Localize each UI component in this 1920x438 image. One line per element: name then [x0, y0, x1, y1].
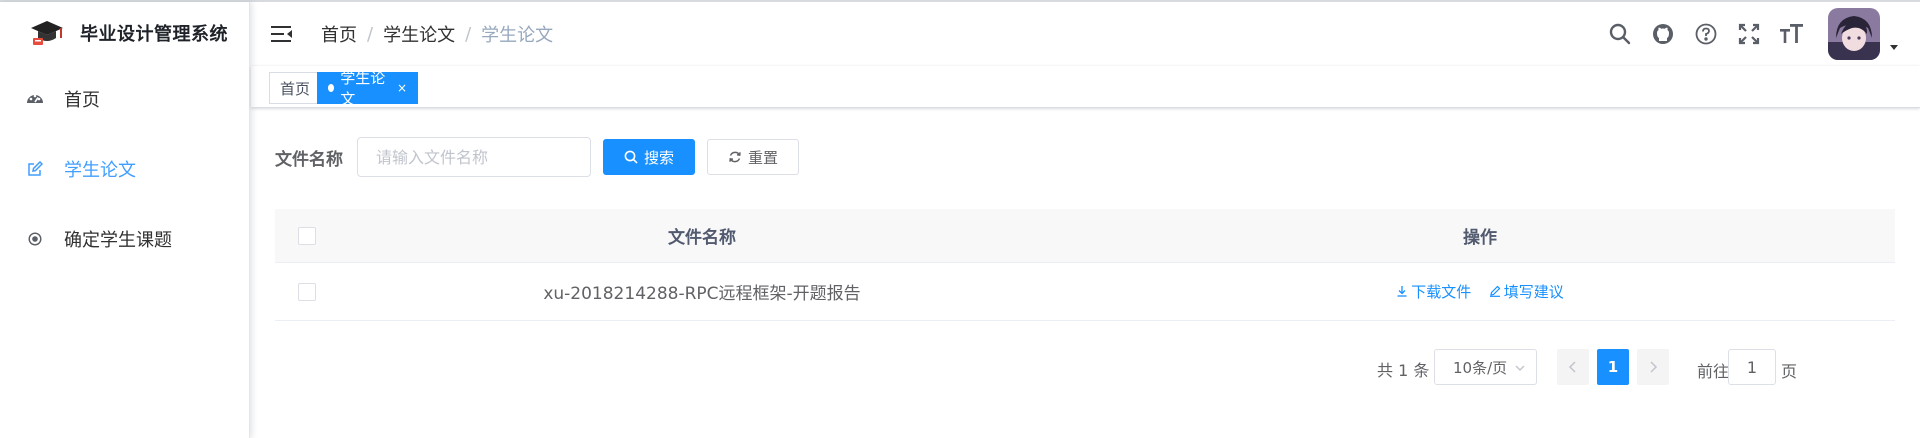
- sidebar-item-label: 首页: [64, 90, 100, 111]
- download-icon: [1397, 286, 1407, 297]
- search-label: 文件名称: [275, 149, 343, 170]
- write-suggestion-link[interactable]: 填写建议: [1489, 281, 1564, 302]
- sidebar-item-thesis[interactable]: 学生论文: [0, 134, 249, 204]
- header-actions: [1607, 2, 1920, 66]
- hamburger-icon[interactable]: [271, 24, 293, 44]
- graduation-cap-icon: [31, 21, 63, 45]
- breadcrumb-separator: /: [367, 23, 374, 45]
- table-row: xu-2018214288-RPC远程框架-开题报告 下载文件 填写建议: [275, 263, 1895, 321]
- search-icon[interactable]: [1607, 21, 1633, 47]
- column-header-actions: 操作: [1463, 228, 1497, 248]
- refresh-icon: [729, 151, 741, 163]
- tag-home[interactable]: 首页: [269, 72, 322, 104]
- next-page-button[interactable]: [1637, 349, 1669, 385]
- edit-icon: [26, 160, 44, 178]
- main-content: 文件名称 搜索 重置 文件名称 操作: [251, 109, 1920, 438]
- pagination: 共 1 条 10条/页 1 前往 页: [251, 349, 1895, 389]
- tag-label: 首页: [280, 79, 311, 98]
- chevron-right-icon: [1650, 361, 1658, 373]
- active-dot-icon: [328, 84, 335, 92]
- page-jump-input[interactable]: [1728, 349, 1776, 385]
- breadcrumb-separator: /: [465, 23, 472, 45]
- breadcrumb-current: 学生论文: [481, 25, 554, 46]
- page-size-value: 10条/页: [1453, 358, 1508, 377]
- close-icon[interactable]: ×: [397, 81, 407, 95]
- download-file-link[interactable]: 下载文件: [1396, 281, 1471, 302]
- search-form: 文件名称 搜索 重置: [275, 137, 799, 177]
- help-icon[interactable]: [1693, 21, 1719, 47]
- prev-page-button[interactable]: [1557, 349, 1589, 385]
- reset-button-label: 重置: [747, 148, 778, 167]
- caret-down-icon[interactable]: [1888, 41, 1900, 53]
- select-all-checkbox[interactable]: [298, 226, 316, 245]
- jump-suffix: 页: [1781, 362, 1798, 381]
- tag-thesis[interactable]: 学生论文 ×: [317, 69, 418, 108]
- sidebar-item-label: 学生论文: [64, 160, 136, 181]
- search-button-label: 搜索: [643, 148, 674, 167]
- dashboard-icon: [26, 90, 44, 108]
- sidebar-item-home[interactable]: 首页: [0, 64, 249, 134]
- reset-button[interactable]: 重置: [707, 139, 799, 175]
- table-header: 文件名称 操作: [275, 209, 1895, 263]
- github-icon[interactable]: [1650, 21, 1676, 47]
- tags-view: 首页 学生论文 ×: [251, 66, 1920, 108]
- download-file-label: 下载文件: [1411, 282, 1472, 301]
- sidebar: 毕业设计管理系统 首页 学生论文 确定学生课题: [0, 2, 250, 438]
- sidebar-item-confirm-topic[interactable]: 确定学生课题: [0, 204, 249, 274]
- search-input[interactable]: [357, 137, 591, 177]
- chevron-left-icon: [1568, 361, 1576, 373]
- app-title: 毕业设计管理系统: [80, 24, 228, 45]
- sidebar-item-label: 确定学生课题: [64, 230, 172, 251]
- column-header-filename: 文件名称: [668, 228, 736, 248]
- jump-prefix: 前往: [1697, 362, 1730, 381]
- breadcrumb-home[interactable]: 首页: [321, 21, 357, 47]
- tag-label: 学生论文: [340, 69, 386, 108]
- radio-icon: [26, 230, 44, 248]
- pagination-total: 共 1 条: [1377, 361, 1430, 380]
- edit-icon: [1489, 285, 1501, 298]
- row-checkbox[interactable]: [298, 282, 316, 301]
- font-size-icon[interactable]: [1779, 21, 1805, 47]
- breadcrumb-thesis[interactable]: 学生论文: [383, 21, 455, 47]
- page-number-button[interactable]: 1: [1597, 349, 1629, 385]
- row-actions: 下载文件 填写建议: [1065, 281, 1895, 303]
- breadcrumb: 首页 / 学生论文 / 学生论文: [321, 21, 553, 47]
- app-root: 毕业设计管理系统 首页 学生论文 确定学生课题 首页 / 学生论文 / 学生论文…: [0, 0, 1920, 438]
- search-icon: [624, 150, 638, 164]
- search-button[interactable]: 搜索: [603, 139, 695, 175]
- row-filename: xu-2018214288-RPC远程框架-开题报告: [543, 284, 861, 304]
- fullscreen-icon[interactable]: [1736, 21, 1762, 47]
- thesis-table: 文件名称 操作 xu-2018214288-RPC远程框架-开题报告 下载文件: [275, 209, 1895, 321]
- logo[interactable]: 毕业设计管理系统: [0, 2, 249, 64]
- page-size-select[interactable]: 10条/页: [1434, 349, 1537, 385]
- chevron-down-icon: [1515, 365, 1525, 371]
- write-suggestion-label: 填写建议: [1503, 282, 1564, 301]
- avatar[interactable]: [1828, 8, 1880, 60]
- top-navbar: 首页 / 学生论文 / 学生论文: [251, 2, 1920, 66]
